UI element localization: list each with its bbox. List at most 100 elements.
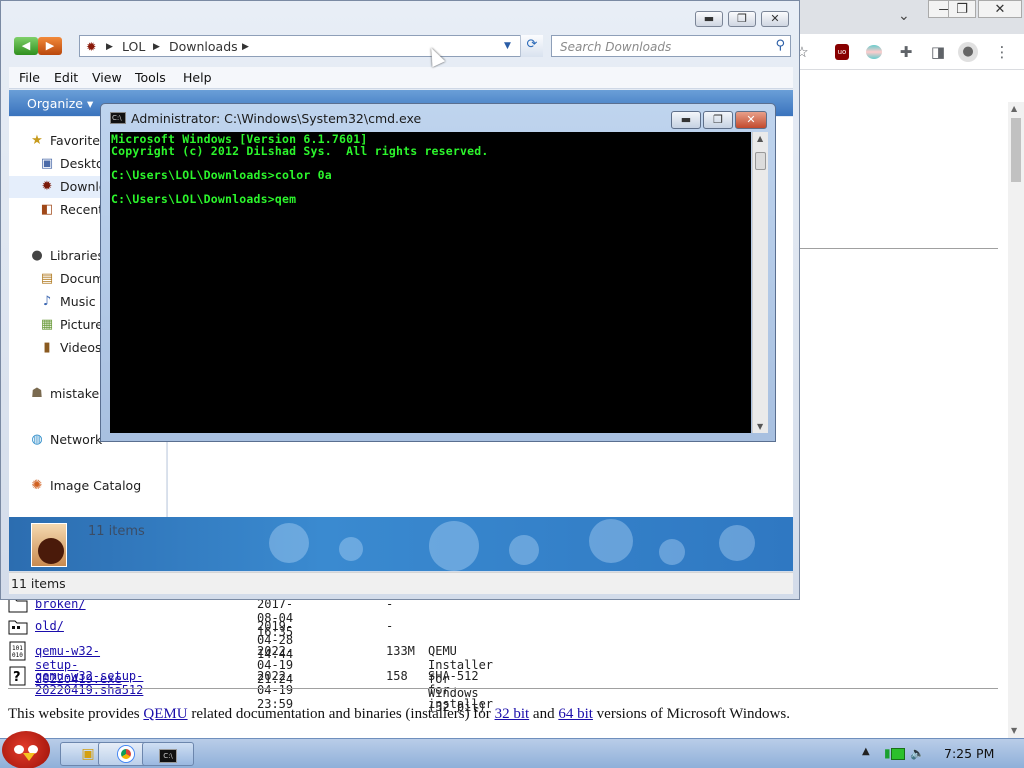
- cmd-maximize-button[interactable]: ❐: [703, 111, 733, 129]
- address-bar[interactable]: ✹ ▶ LOL ▶ Downloads ▶ ▼: [79, 35, 543, 57]
- menu-help[interactable]: Help: [183, 70, 212, 85]
- bokeh-decoration: [589, 519, 633, 563]
- footer-mid1: related documentation and binaries (inst…: [187, 706, 495, 722]
- console-line: C:\Users\LOL\Downloads>color 0a: [111, 168, 332, 182]
- file-date: 2022-04-19 23:59: [257, 669, 294, 711]
- bokeh-decoration: [659, 539, 685, 565]
- folder-thumbnail-icon: [31, 523, 67, 567]
- chrome-tab-search-icon[interactable]: ⌄: [898, 8, 910, 24]
- tray-battery-icon[interactable]: ▮: [884, 746, 891, 760]
- profile-avatar-icon[interactable]: ●: [958, 42, 978, 62]
- menu-edit[interactable]: Edit: [54, 70, 78, 85]
- libraries-icon: ●: [31, 248, 43, 263]
- nav-label: Network: [50, 432, 103, 447]
- cmd-window-title: Administrator: C:\Windows\System32\cmd.e…: [131, 111, 422, 126]
- menu-view[interactable]: View: [92, 70, 122, 85]
- file-link[interactable]: old/: [35, 619, 64, 633]
- 64bit-link[interactable]: 64 bit: [558, 706, 593, 722]
- explorer-maximize-button[interactable]: ❐: [728, 11, 756, 27]
- nav-image-catalog[interactable]: ✺ Image Catalog: [9, 475, 167, 497]
- bokeh-decoration: [509, 535, 539, 565]
- cmd-console-output[interactable]: Microsoft Windows [Version 6.1.7601] Cop…: [110, 132, 751, 433]
- breadcrumb-chevron-icon[interactable]: ▶: [106, 42, 113, 52]
- extensions-puzzle-icon[interactable]: ✚: [896, 42, 916, 62]
- scroll-up-arrow-icon[interactable]: ▲: [1011, 104, 1017, 113]
- svg-text:101: 101: [12, 645, 23, 652]
- music-icon: ♪: [42, 294, 52, 309]
- cmd-minimize-button[interactable]: ▬: [671, 111, 701, 129]
- chrome-restore-button[interactable]: ❐: [948, 0, 976, 18]
- scroll-down-arrow-icon[interactable]: ▼: [757, 422, 763, 431]
- explorer-close-button[interactable]: ✕: [761, 11, 789, 27]
- breadcrumb-lol[interactable]: LOL: [122, 39, 145, 54]
- menu-tools[interactable]: Tools: [135, 70, 166, 85]
- tab-manager-icon[interactable]: [864, 42, 884, 62]
- menu-file[interactable]: File: [19, 70, 40, 85]
- nav-label: Videos: [60, 340, 102, 355]
- footer-mid2: and: [529, 706, 559, 722]
- cmd-icon: C:\: [159, 749, 177, 763]
- cmd-app-icon[interactable]: C:\: [110, 112, 126, 124]
- cmd-scrollbar[interactable]: ▲ ▼: [752, 132, 768, 433]
- details-item-count: 11 items: [88, 524, 145, 539]
- homegroup-icon: ☗: [31, 386, 43, 401]
- chrome-menu-icon[interactable]: ⋮: [992, 42, 1012, 62]
- chrome-close-button[interactable]: ✕: [978, 0, 1022, 18]
- address-dropdown-icon[interactable]: ▼: [504, 41, 511, 51]
- forward-arrow-icon[interactable]: ▶: [38, 37, 62, 55]
- nav-label: Libraries: [50, 248, 104, 263]
- nav-buttons: ◀ ▶: [14, 37, 64, 55]
- organize-button[interactable]: Organize ▾: [27, 96, 93, 111]
- search-placeholder: Search Downloads: [560, 40, 672, 54]
- videos-icon: ▮: [43, 340, 51, 355]
- page-scrollbar[interactable]: [1008, 102, 1024, 738]
- search-icon[interactable]: ⚲: [775, 38, 785, 53]
- bokeh-decoration: [269, 523, 309, 563]
- refresh-icon[interactable]: ⟳: [520, 35, 543, 57]
- network-icon: ◍: [31, 432, 43, 447]
- ublock-icon[interactable]: uo: [832, 42, 852, 62]
- bokeh-decoration: [339, 537, 363, 561]
- status-bar: 11 items: [9, 572, 793, 594]
- breadcrumb-chevron-icon[interactable]: ▶: [153, 42, 160, 52]
- page-scrollbar-thumb[interactable]: [1011, 118, 1021, 182]
- console-input-line[interactable]: C:\Users\LOL\Downloads>qem: [111, 192, 296, 206]
- cmd-scrollbar-thumb[interactable]: [755, 152, 766, 170]
- file-size: 158: [386, 669, 408, 683]
- downloads-icon: ✹: [41, 179, 53, 194]
- explorer-minimize-button[interactable]: ▬: [695, 11, 723, 27]
- tray-volume-icon[interactable]: 🔈: [910, 746, 925, 760]
- footer-post: versions of Microsoft Windows.: [592, 706, 790, 722]
- footer-text: This website provides QEMU related docum…: [8, 706, 790, 723]
- breadcrumb-chevron-icon[interactable]: ▶: [242, 42, 249, 52]
- side-panel-icon[interactable]: ◨: [928, 42, 948, 62]
- bokeh-decoration: [429, 521, 479, 571]
- 32bit-link[interactable]: 32 bit: [495, 706, 530, 722]
- file-desc: SHA-512 for installer: [428, 669, 494, 711]
- favorites-star-icon: ★: [31, 133, 43, 148]
- qemu-link[interactable]: QEMU: [143, 706, 187, 722]
- svg-text:?: ?: [13, 670, 21, 685]
- taskbar-clock[interactable]: 7:25 PM: [944, 746, 994, 761]
- menu-bar: File Edit View Tools Help: [9, 67, 793, 89]
- nav-label: Image Catalog: [50, 478, 142, 493]
- page-divider-top: [800, 248, 998, 249]
- svg-text:010: 010: [12, 652, 23, 659]
- search-input[interactable]: Search Downloads ⚲: [551, 35, 791, 57]
- tray-network-icon[interactable]: [891, 748, 905, 760]
- start-button-angry-bird-icon[interactable]: [2, 731, 50, 768]
- file-link[interactable]: qemu-w32-setup-20220419.sha512: [35, 669, 143, 697]
- scroll-down-arrow-icon[interactable]: ▼: [1011, 726, 1017, 735]
- console-line: Copyright (c) 2012 DiLshad Sys. All righ…: [111, 144, 489, 158]
- back-arrow-icon[interactable]: ◀: [14, 37, 38, 55]
- taskbar-cmd-button[interactable]: C:\: [142, 742, 194, 766]
- cmd-window[interactable]: C:\ Administrator: C:\Windows\System32\c…: [100, 103, 776, 442]
- taskbar: ▣ C:\ ▲ ▮ 🔈 7:25 PM: [0, 731, 1024, 768]
- folder-icon: [8, 620, 28, 635]
- breadcrumb-downloads[interactable]: Downloads: [169, 39, 238, 54]
- cmd-close-button[interactable]: ✕: [735, 111, 767, 129]
- recent-places-icon: ◧: [40, 202, 54, 217]
- image-catalog-icon: ✺: [31, 478, 43, 493]
- scroll-up-arrow-icon[interactable]: ▲: [757, 134, 763, 143]
- tray-show-hidden-icon[interactable]: ▲: [862, 746, 870, 757]
